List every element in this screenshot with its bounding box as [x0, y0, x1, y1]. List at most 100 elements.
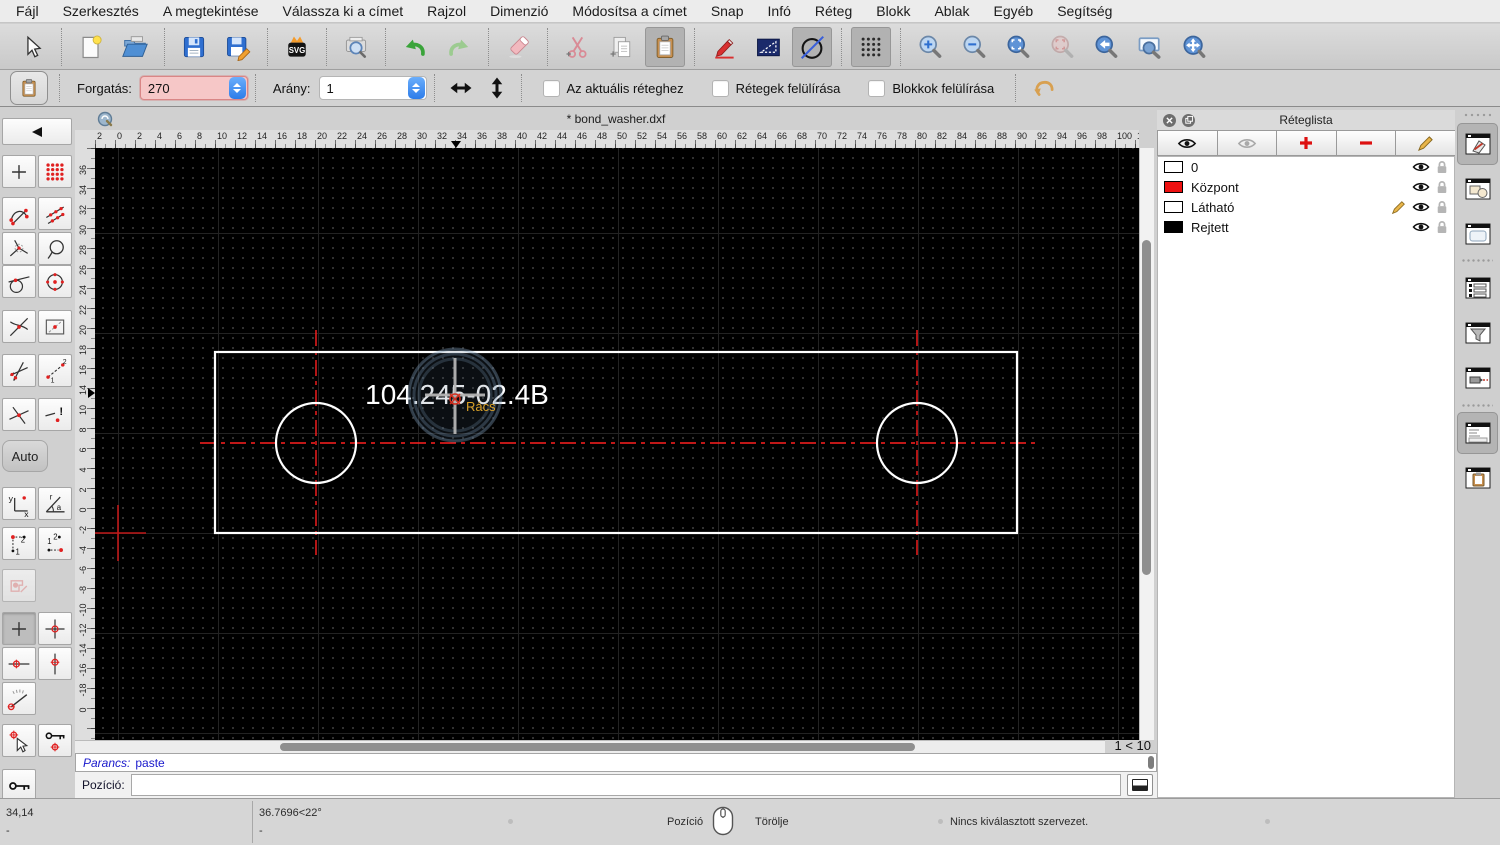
- dimension-button[interactable]: [748, 27, 788, 67]
- layer-row[interactable]: Központ: [1158, 177, 1454, 197]
- menu-item[interactable]: Rajzol: [427, 3, 466, 19]
- snap-relative-select-button[interactable]: [2, 724, 36, 757]
- set-relative-zero-button[interactable]: [2, 682, 36, 715]
- hide-all-layers-button[interactable]: [1217, 130, 1278, 156]
- relative-cartesian-button[interactable]: 12: [2, 527, 36, 560]
- toggle-layer-list-button[interactable]: [1457, 123, 1498, 165]
- snap-free-button[interactable]: [2, 155, 36, 188]
- keyboard-toggle-button[interactable]: [1127, 774, 1153, 796]
- layer-row[interactable]: 0: [1158, 157, 1454, 177]
- menu-item[interactable]: Válassza ki a címet: [283, 3, 404, 19]
- layer-color-swatch[interactable]: [1164, 221, 1183, 233]
- layer-lock-icon[interactable]: [1436, 200, 1448, 214]
- export-svg-button[interactable]: SVG: [277, 27, 317, 67]
- layer-name[interactable]: Központ: [1191, 180, 1412, 195]
- zoom-auto-button[interactable]: [998, 27, 1038, 67]
- snap-circle-button[interactable]: [38, 232, 72, 265]
- layer-name[interactable]: 0: [1191, 160, 1412, 175]
- layer-visible-eye-icon[interactable]: [1412, 161, 1430, 173]
- menu-item[interactable]: Ablak: [934, 3, 969, 19]
- grid-toggle-button[interactable]: [851, 27, 891, 67]
- edit-layer-button[interactable]: [1395, 130, 1456, 156]
- lock-relative-zero-button[interactable]: [38, 724, 72, 757]
- snap-reference-button[interactable]: [38, 310, 72, 343]
- save-as-button[interactable]: [218, 27, 258, 67]
- scale-input[interactable]: 1: [319, 76, 427, 100]
- centerlines[interactable]: [200, 330, 1035, 555]
- zoom-redraw-button[interactable]: [1086, 27, 1126, 67]
- checkbox-box[interactable]: [712, 80, 729, 97]
- option-checkbox[interactable]: Blokkok felülírása: [868, 80, 994, 97]
- toggle-clipboard-button[interactable]: [1457, 457, 1498, 499]
- snapbar-collapse-button[interactable]: [2, 118, 72, 145]
- rotation-input[interactable]: 270: [140, 76, 248, 100]
- layer-row[interactable]: Látható: [1158, 197, 1454, 217]
- paste-mode-button[interactable]: [10, 71, 48, 105]
- restrict-nothing-button[interactable]: [2, 612, 36, 645]
- option-checkbox[interactable]: Rétegek felülírása: [712, 80, 841, 97]
- menu-item[interactable]: Dimenzió: [490, 3, 548, 19]
- menu-item[interactable]: Szerkesztés: [63, 3, 139, 19]
- checkbox-box[interactable]: [868, 80, 885, 97]
- menu-item[interactable]: Egyéb: [994, 3, 1034, 19]
- toggle-filter-button[interactable]: [1457, 312, 1498, 354]
- open-file-button[interactable]: [115, 27, 155, 67]
- rotation-stepper[interactable]: [229, 77, 246, 99]
- select-pointer-button[interactable]: [12, 27, 52, 67]
- coordinate-cartesian-button[interactable]: yx: [2, 487, 36, 520]
- copy-button[interactable]: [601, 27, 641, 67]
- menu-item[interactable]: Segítség: [1057, 3, 1112, 19]
- scale-stepper[interactable]: [408, 77, 425, 99]
- restrict-disabled-button[interactable]: [2, 569, 36, 602]
- flip-horizontal-button[interactable]: [444, 73, 478, 103]
- layer-visible-eye-icon[interactable]: [1412, 201, 1430, 213]
- toggle-library-browser-button[interactable]: [1457, 213, 1498, 255]
- snap-grid-button[interactable]: [38, 155, 72, 188]
- restrict-orthogonal-button[interactable]: [38, 612, 72, 645]
- layer-lock-icon[interactable]: [1436, 160, 1448, 174]
- toggle-command-widget-button[interactable]: [1457, 412, 1498, 454]
- toggle-entity-list-button[interactable]: [1457, 267, 1498, 309]
- flip-vertical-button[interactable]: [482, 73, 512, 103]
- circle-line-button[interactable]: [792, 27, 832, 67]
- menu-item[interactable]: Blokk: [876, 3, 910, 19]
- command-history-scrollbar[interactable]: [1148, 756, 1154, 769]
- snap-tangent-button[interactable]: [2, 265, 36, 298]
- command-input-field[interactable]: [131, 774, 1121, 796]
- reset-options-button[interactable]: [1025, 72, 1063, 104]
- draw-pencil-button[interactable]: [704, 27, 744, 67]
- snap-auto-button[interactable]: Auto: [2, 440, 48, 472]
- horizontal-scrollbar[interactable]: [75, 740, 1105, 753]
- add-layer-button[interactable]: [1276, 130, 1337, 156]
- zoom-window-button[interactable]: [1130, 27, 1170, 67]
- drawing-canvas[interactable]: 104.245-02.4B: [95, 148, 1139, 740]
- layer-lock-icon[interactable]: [1436, 180, 1448, 194]
- layer-color-swatch[interactable]: [1164, 201, 1183, 213]
- toggle-block-list-button[interactable]: [1457, 168, 1498, 210]
- menu-item[interactable]: Módosítsa a címet: [572, 3, 686, 19]
- snap-perpendicular-button[interactable]: [2, 232, 36, 265]
- layer-lock-icon[interactable]: [1436, 220, 1448, 234]
- layer-color-swatch[interactable]: [1164, 161, 1183, 173]
- new-document-button[interactable]: [71, 27, 111, 67]
- delete-button[interactable]: [498, 27, 538, 67]
- zoom-previous-button[interactable]: [1042, 27, 1082, 67]
- toggle-pen-palette-button[interactable]: [1457, 357, 1498, 399]
- snap-middle-button[interactable]: [2, 310, 36, 343]
- command-history[interactable]: Parancs: paste: [75, 753, 1157, 772]
- zoom-in-button[interactable]: [910, 27, 950, 67]
- menu-item[interactable]: Infó: [768, 3, 791, 19]
- layer-color-swatch[interactable]: [1164, 181, 1183, 193]
- snap-nothing-button[interactable]: !: [38, 398, 72, 431]
- snap-on-entity-button[interactable]: [38, 197, 72, 230]
- save-button[interactable]: [174, 27, 214, 67]
- layer-row[interactable]: Rejtett: [1158, 217, 1454, 237]
- option-checkbox[interactable]: Az aktuális réteghez: [543, 80, 684, 97]
- menu-item[interactable]: Fájl: [16, 3, 39, 19]
- snap-intersection-button[interactable]: [2, 398, 36, 431]
- cut-button[interactable]: [557, 27, 597, 67]
- paste-button[interactable]: [645, 27, 685, 67]
- undo-button[interactable]: [395, 27, 435, 67]
- snap-distance-button[interactable]: 12: [38, 354, 72, 387]
- layer-visible-eye-icon[interactable]: [1412, 181, 1430, 193]
